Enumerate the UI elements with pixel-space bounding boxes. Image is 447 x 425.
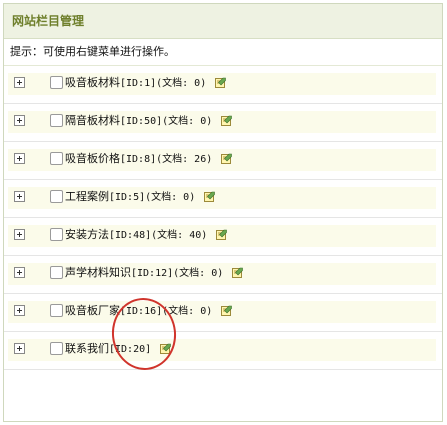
expand-plus-icon[interactable] [14,115,25,126]
expand-plus-icon[interactable] [14,153,25,164]
category-id: [ID:20] [109,344,152,355]
expand-plus-icon[interactable] [14,191,25,202]
category-doc-count: (文档: 0) [162,116,213,127]
edit-icon[interactable] [215,229,227,240]
category-checkbox[interactable] [50,342,63,355]
category-doc-count: (文档: 26) [156,154,213,165]
category-cell: 联系我们[ID:20] [8,339,436,361]
category-name: 声学材料知识 [65,266,131,279]
hint-text: 提示：可使用右键菜单进行操作。 [4,39,442,66]
category-name: 吸音板厂家 [65,304,120,317]
category-cell: 工程案例[ID:5](文档: 0) [8,187,436,209]
category-row[interactable]: 联系我们[ID:20] [4,332,442,370]
category-label[interactable]: 隔音板材料[ID:50](文档: 0) [65,113,232,130]
category-label[interactable]: 声学材料知识[ID:12](文档: 0) [65,265,243,282]
edit-icon[interactable] [231,267,243,278]
category-row[interactable]: 吸音板价格[ID:8](文档: 26) [4,142,442,180]
edit-icon[interactable] [220,153,232,164]
category-checkbox[interactable] [50,190,63,203]
category-doc-count: (文档: 0) [162,306,213,317]
category-cell: 吸音板厂家[ID:16](文档: 0) [8,301,436,323]
category-cell: 隔音板材料[ID:50](文档: 0) [8,111,436,133]
category-checkbox[interactable] [50,304,63,317]
category-doc-count: (文档: 40) [151,230,208,241]
category-name: 安装方法 [65,228,109,241]
category-id: [ID:16] [120,306,163,317]
edit-icon[interactable] [203,191,215,202]
category-doc-count: (文档: 0) [173,268,224,279]
category-checkbox[interactable] [50,76,63,89]
edit-icon[interactable] [214,77,226,88]
expand-plus-icon[interactable] [14,343,25,354]
category-id: [ID:5] [109,192,146,203]
category-label[interactable]: 吸音板价格[ID:8](文档: 26) [65,151,232,168]
expand-plus-icon[interactable] [14,229,25,240]
category-checkbox[interactable] [50,114,63,127]
category-id: [ID:48] [109,230,152,241]
category-cell: 吸音板材料[ID:1](文档: 0) [8,73,436,95]
category-label[interactable]: 工程案例[ID:5](文档: 0) [65,189,215,206]
category-id: [ID:50] [120,116,163,127]
category-id: [ID:1] [120,78,157,89]
category-label[interactable]: 安装方法[ID:48](文档: 40) [65,227,227,244]
edit-icon[interactable] [159,343,171,354]
category-label[interactable]: 吸音板厂家[ID:16](文档: 0) [65,303,232,320]
category-label[interactable]: 联系我们[ID:20] [65,341,171,358]
category-name: 吸音板价格 [65,152,120,165]
category-cell: 安装方法[ID:48](文档: 40) [8,225,436,247]
category-row[interactable]: 声学材料知识[ID:12](文档: 0) [4,256,442,294]
category-checkbox[interactable] [50,152,63,165]
category-label[interactable]: 吸音板材料[ID:1](文档: 0) [65,75,226,92]
category-name: 吸音板材料 [65,76,120,89]
category-doc-count: (文档: 0) [156,78,207,89]
category-id: [ID:12] [131,268,174,279]
expand-plus-icon[interactable] [14,267,25,278]
category-cell: 声学材料知识[ID:12](文档: 0) [8,263,436,285]
category-cell: 吸音板价格[ID:8](文档: 26) [8,149,436,171]
expand-plus-icon[interactable] [14,305,25,316]
category-row[interactable]: 隔音板材料[ID:50](文档: 0) [4,104,442,142]
category-management-panel: 网站栏目管理 提示：可使用右键菜单进行操作。 吸音板材料[ID:1](文档: 0… [3,3,443,422]
category-name: 联系我们 [65,342,109,355]
expand-plus-icon[interactable] [14,77,25,88]
category-row[interactable]: 安装方法[ID:48](文档: 40) [4,218,442,256]
category-id: [ID:8] [120,154,157,165]
category-name: 工程案例 [65,190,109,203]
edit-icon[interactable] [220,305,232,316]
category-row[interactable]: 吸音板材料[ID:1](文档: 0) [4,66,442,104]
category-checkbox[interactable] [50,266,63,279]
edit-icon[interactable] [220,115,232,126]
category-tree: 吸音板材料[ID:1](文档: 0) 隔音板材料[ID:50](文档: 0) 吸… [4,66,442,370]
category-row[interactable]: 吸音板厂家[ID:16](文档: 0) [4,294,442,332]
panel-title: 网站栏目管理 [4,4,442,39]
category-doc-count: (文档: 0) [145,192,196,203]
category-checkbox[interactable] [50,228,63,241]
category-name: 隔音板材料 [65,114,120,127]
category-row[interactable]: 工程案例[ID:5](文档: 0) [4,180,442,218]
